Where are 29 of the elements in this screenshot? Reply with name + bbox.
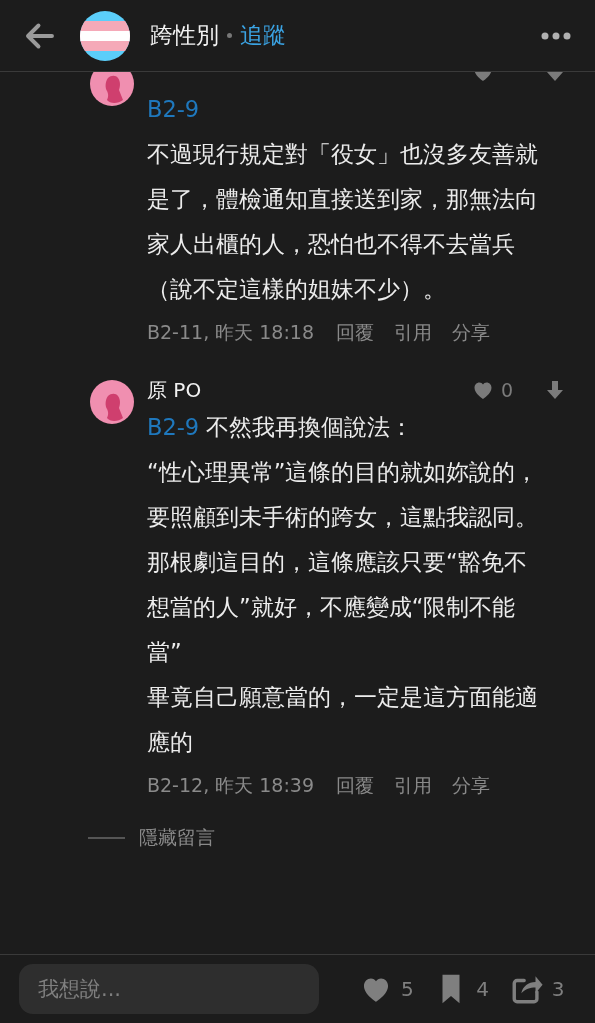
follow-button[interactable]: 追蹤 xyxy=(240,20,286,51)
count-label: 5 xyxy=(401,977,414,1001)
reply-link[interactable]: B2-9 xyxy=(147,414,200,440)
comment-text: 不過現行規定對「役女」也沒多友善就是了，體檢通知直接送到家，那無法向家人出櫃的人，恐怕也不得不去當兵（說不定這樣的姐妹不少）。 xyxy=(147,140,539,304)
avatar[interactable] xyxy=(90,72,134,106)
action-link[interactable]: 分享 xyxy=(452,773,491,799)
action-link[interactable]: 引用 xyxy=(394,320,433,346)
action-link[interactable]: 分享 xyxy=(452,320,491,346)
comment-meta: B2-12, 昨天 18:39 xyxy=(147,773,315,798)
count-label: 3 xyxy=(551,977,565,1001)
board-title[interactable]: 跨性別 xyxy=(150,20,219,51)
comment-input[interactable]: 我想說... xyxy=(19,964,319,1014)
comment-text: “性心理異常”這條的目的就如妳說的，要照顧到未手術的跨女，這點我認同。 xyxy=(147,458,540,532)
count-label: 4 xyxy=(476,977,490,1001)
reply-link[interactable]: B2-9 xyxy=(147,96,200,122)
comment-text: 畢竟自己願意當的，一定是這方面能適應的 xyxy=(147,683,539,757)
more-icon[interactable] xyxy=(541,31,571,40)
comment-text: 那根劇這目的，這條應該只要“豁免不想當的人”就好，不應變成“限制不能當” xyxy=(147,548,528,667)
action-link[interactable]: 回覆 xyxy=(336,773,375,799)
comment-meta: B2-11, 昨天 18:18 xyxy=(147,320,315,345)
author-name[interactable]: 原 PO xyxy=(147,376,471,404)
action-link[interactable]: 引用 xyxy=(394,773,433,799)
like-count: 0 xyxy=(500,379,513,401)
separator-dot xyxy=(227,33,232,38)
action-link[interactable]: 回覆 xyxy=(336,320,375,346)
comment-text: 不然我再換個說法： xyxy=(205,414,414,440)
avatar[interactable] xyxy=(90,380,134,424)
hidden-comments-toggle[interactable]: 隱藏留言 xyxy=(139,825,215,851)
flag-avatar[interactable] xyxy=(80,10,130,61)
